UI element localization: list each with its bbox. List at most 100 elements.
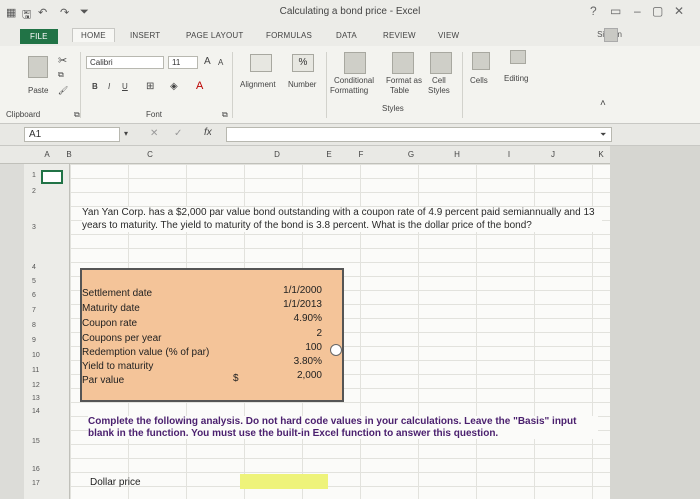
maturity-date-label: Maturity date: [82, 303, 140, 314]
fx-icon[interactable]: fx: [204, 127, 212, 138]
row-header[interactable]: 2: [24, 188, 70, 195]
formula-bar: A1 ▾ ✕ ✓ fx ⏷: [0, 124, 700, 146]
format-as-table-button[interactable]: Format as: [386, 76, 422, 85]
dollar-price-input-cell[interactable]: [240, 474, 328, 489]
format-as-table-icon[interactable]: [392, 52, 414, 74]
restore-button[interactable]: ▢: [652, 4, 663, 18]
row-header[interactable]: 10: [24, 352, 70, 359]
row-header[interactable]: 11: [24, 367, 70, 374]
expand-formula-bar-icon[interactable]: ⏷: [600, 130, 606, 140]
bold-button[interactable]: B: [92, 82, 98, 91]
number-format-icon[interactable]: %: [292, 54, 314, 72]
font-launcher-icon[interactable]: ⧉: [222, 110, 228, 120]
column-header[interactable]: A: [42, 150, 52, 159]
tab-file[interactable]: FILE: [20, 29, 58, 44]
ribbon-separator: [232, 52, 233, 118]
par-value-currency: $: [233, 373, 239, 384]
row-header[interactable]: 5: [24, 278, 70, 285]
maturity-date-value[interactable]: 1/1/2013: [260, 299, 322, 310]
column-header[interactable]: E: [324, 150, 334, 159]
ribbon-display-icon[interactable]: ▭: [610, 4, 621, 18]
tab-home[interactable]: HOME: [72, 28, 115, 42]
close-button[interactable]: ✕: [674, 4, 684, 18]
row-header[interactable]: 4: [24, 264, 70, 271]
cells-button[interactable]: Cells: [470, 76, 488, 85]
row-header[interactable]: 15: [24, 438, 70, 445]
underline-button[interactable]: U: [122, 82, 128, 91]
row-header[interactable]: 3: [24, 224, 70, 231]
column-header[interactable]: D: [272, 150, 282, 159]
row-header[interactable]: 14: [24, 408, 70, 415]
number-button[interactable]: Number: [288, 80, 316, 89]
row-headers: 1 2 3 4 5 6 7 8 9 10 11 12 13 14 15 16 1…: [24, 164, 70, 499]
enter-icon[interactable]: ✓: [174, 128, 182, 139]
row-header[interactable]: 12: [24, 382, 70, 389]
paste-button[interactable]: Paste: [28, 86, 48, 95]
yield-to-maturity-value[interactable]: 3.80%: [260, 356, 322, 367]
row-header[interactable]: 16: [24, 466, 70, 473]
collapse-ribbon-icon[interactable]: ˄: [600, 98, 606, 109]
name-box[interactable]: A1: [24, 127, 120, 142]
row-header[interactable]: 13: [24, 395, 70, 402]
column-header[interactable]: B: [64, 150, 74, 159]
settlement-date-value[interactable]: 1/1/2000: [260, 285, 322, 296]
format-painter-icon[interactable]: 🖌: [58, 86, 68, 95]
conditional-formatting-button[interactable]: Conditional: [334, 76, 374, 85]
column-header[interactable]: F: [356, 150, 366, 159]
cut-icon[interactable]: ✂: [58, 54, 67, 67]
editing-icon[interactable]: [510, 50, 526, 64]
minimize-button[interactable]: –: [634, 4, 641, 18]
font-name-select[interactable]: Calibri: [86, 56, 164, 69]
shrink-font-button[interactable]: A: [218, 58, 223, 67]
font-size-select[interactable]: 11: [168, 56, 198, 69]
tab-insert[interactable]: INSERT: [130, 31, 160, 40]
problem-statement: Yan Yan Corp. has a $2,000 par value bon…: [82, 207, 602, 232]
formula-input[interactable]: [226, 127, 612, 142]
row-header[interactable]: 7: [24, 307, 70, 314]
cancel-icon[interactable]: ✕: [150, 128, 158, 139]
help-icon[interactable]: ?: [590, 4, 597, 18]
cells-icon[interactable]: [472, 52, 490, 70]
coupon-rate-value[interactable]: 4.90%: [260, 313, 322, 324]
par-value-value[interactable]: 2,000: [260, 370, 322, 381]
conditional-formatting-icon[interactable]: [344, 52, 366, 74]
column-header[interactable]: H: [452, 150, 462, 159]
borders-icon[interactable]: ⊞: [146, 81, 154, 92]
conditional-formatting-label: Formatting: [330, 86, 369, 95]
cell-styles-label: Styles: [428, 86, 450, 95]
user-avatar-icon: [604, 28, 618, 42]
tab-view[interactable]: VIEW: [438, 31, 459, 40]
alignment-button[interactable]: Alignment: [240, 80, 276, 89]
row-header[interactable]: 8: [24, 322, 70, 329]
ribbon-separator: [326, 52, 327, 118]
column-headers: A B C D E F G H I J K: [0, 146, 700, 164]
grow-font-button[interactable]: A: [204, 56, 211, 67]
column-header[interactable]: G: [406, 150, 416, 159]
tab-page-layout[interactable]: PAGE LAYOUT: [186, 31, 243, 40]
paste-icon[interactable]: [28, 56, 48, 78]
column-header[interactable]: K: [596, 150, 606, 159]
column-header[interactable]: J: [548, 150, 558, 159]
column-header[interactable]: I: [504, 150, 514, 159]
fill-color-icon[interactable]: ◈: [170, 81, 178, 92]
coupons-per-year-value[interactable]: 2: [260, 328, 322, 339]
name-box-dropdown-icon[interactable]: ▾: [124, 129, 128, 138]
clipboard-launcher-icon[interactable]: ⧉: [74, 110, 80, 120]
column-header[interactable]: C: [145, 150, 155, 159]
italic-button[interactable]: I: [108, 82, 110, 91]
tab-formulas[interactable]: FORMULAS: [266, 31, 312, 40]
redemption-value-value[interactable]: 100: [260, 342, 322, 353]
row-header[interactable]: 17: [24, 480, 70, 487]
tab-data[interactable]: DATA: [336, 31, 357, 40]
active-cell-a1[interactable]: [41, 170, 63, 184]
alignment-icon[interactable]: [250, 54, 272, 72]
cell-styles-icon[interactable]: [430, 52, 452, 74]
row-header[interactable]: 9: [24, 337, 70, 344]
copy-icon[interactable]: ⧉: [58, 70, 64, 80]
yield-to-maturity-label: Yield to maturity: [82, 361, 154, 372]
tab-review[interactable]: REVIEW: [383, 31, 416, 40]
editing-button[interactable]: Editing: [504, 74, 528, 83]
row-header[interactable]: 6: [24, 292, 70, 299]
cell-styles-button[interactable]: Cell: [432, 76, 446, 85]
font-color-icon[interactable]: A: [196, 80, 203, 92]
